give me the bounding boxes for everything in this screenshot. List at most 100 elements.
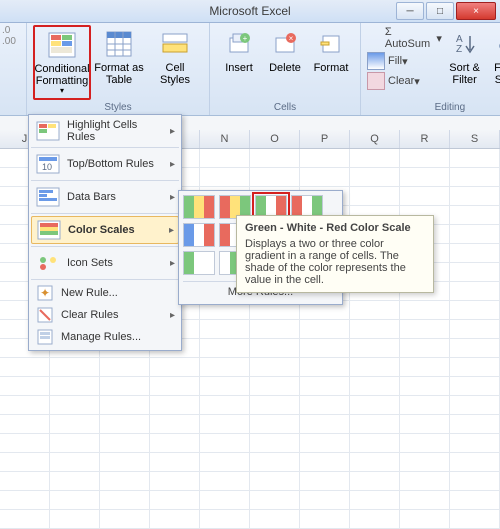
cell[interactable] (300, 358, 350, 376)
icon-sets-item[interactable]: Icon Sets ▸ (31, 249, 179, 277)
cell[interactable] (450, 396, 500, 414)
column-header[interactable]: P (300, 130, 350, 148)
cell[interactable] (250, 149, 300, 167)
cell[interactable] (350, 491, 400, 509)
cell[interactable] (200, 396, 250, 414)
cell[interactable] (350, 510, 400, 528)
cell[interactable] (400, 358, 450, 376)
cell[interactable] (200, 434, 250, 452)
cell[interactable] (250, 415, 300, 433)
cell[interactable] (450, 301, 500, 319)
cell[interactable] (50, 358, 100, 376)
maximize-button[interactable]: □ (426, 2, 454, 20)
cell[interactable] (0, 472, 50, 490)
insert-button[interactable]: + Insert (216, 25, 262, 77)
conditional-formatting-button[interactable]: Conditional Formatting ▾ (33, 25, 91, 100)
cell[interactable] (100, 377, 150, 395)
cell[interactable] (300, 510, 350, 528)
cell[interactable] (100, 415, 150, 433)
cell[interactable] (450, 244, 500, 262)
cell[interactable] (250, 396, 300, 414)
cell[interactable] (150, 472, 200, 490)
cell-styles-button[interactable]: Cell Styles (147, 25, 203, 100)
cell[interactable] (450, 339, 500, 357)
column-header[interactable]: R (400, 130, 450, 148)
cell[interactable] (300, 149, 350, 167)
cell[interactable] (200, 472, 250, 490)
cell[interactable] (450, 453, 500, 471)
color-scale-option[interactable] (183, 223, 215, 247)
cell[interactable] (450, 263, 500, 281)
cell[interactable] (350, 149, 400, 167)
cell[interactable] (250, 472, 300, 490)
cell[interactable] (450, 206, 500, 224)
cell[interactable] (450, 472, 500, 490)
cell[interactable] (300, 415, 350, 433)
cell[interactable] (150, 453, 200, 471)
top-bottom-rules-item[interactable]: 10 Top/Bottom Rules ▸ (31, 150, 179, 178)
cell[interactable] (0, 377, 50, 395)
cell[interactable] (150, 434, 200, 452)
cell[interactable] (350, 187, 400, 205)
cell[interactable] (200, 415, 250, 433)
cell[interactable] (400, 434, 450, 452)
cell[interactable] (100, 358, 150, 376)
cell[interactable] (400, 320, 450, 338)
cell[interactable] (0, 453, 50, 471)
cell[interactable] (250, 377, 300, 395)
cell[interactable] (0, 491, 50, 509)
cell[interactable] (300, 434, 350, 452)
cell[interactable] (300, 377, 350, 395)
cell[interactable] (200, 453, 250, 471)
autosum-button[interactable]: Σ AutoSum ▾ (367, 25, 442, 51)
cell[interactable] (350, 358, 400, 376)
sort-filter-button[interactable]: AZ Sort & Filter (442, 25, 487, 91)
cell[interactable] (300, 320, 350, 338)
cell[interactable] (200, 339, 250, 357)
cell[interactable] (350, 301, 400, 319)
cell[interactable] (450, 377, 500, 395)
cell[interactable] (300, 396, 350, 414)
cell[interactable] (350, 472, 400, 490)
cell[interactable] (450, 358, 500, 376)
cell[interactable] (150, 377, 200, 395)
cell[interactable] (450, 491, 500, 509)
find-select-button[interactable]: Find & Select (487, 25, 500, 91)
cell[interactable] (200, 168, 250, 186)
cell[interactable] (400, 187, 450, 205)
cell[interactable] (100, 453, 150, 471)
cell[interactable] (400, 510, 450, 528)
cell[interactable] (450, 415, 500, 433)
cell[interactable] (450, 282, 500, 300)
cell[interactable] (150, 415, 200, 433)
color-scales-item[interactable]: Color Scales ▸ (31, 216, 179, 244)
manage-rules-item[interactable]: Manage Rules... (31, 326, 179, 348)
cell[interactable] (450, 434, 500, 452)
cell[interactable] (250, 434, 300, 452)
cell[interactable] (50, 377, 100, 395)
cell[interactable] (350, 339, 400, 357)
cell[interactable] (0, 396, 50, 414)
column-header[interactable]: N (200, 130, 250, 148)
cell[interactable] (50, 434, 100, 452)
cell[interactable] (350, 377, 400, 395)
close-button[interactable]: × (456, 2, 496, 20)
cell[interactable] (50, 491, 100, 509)
cell[interactable] (400, 168, 450, 186)
cell[interactable] (200, 377, 250, 395)
cell[interactable] (300, 453, 350, 471)
clear-rules-item[interactable]: Clear Rules ▸ (31, 304, 179, 326)
cell[interactable] (400, 491, 450, 509)
column-header[interactable]: S (450, 130, 500, 148)
new-rule-item[interactable]: ✦ New Rule... (31, 282, 179, 304)
cell[interactable] (300, 339, 350, 357)
cell[interactable] (350, 168, 400, 186)
cell[interactable] (450, 187, 500, 205)
cell[interactable] (400, 453, 450, 471)
cell[interactable] (450, 225, 500, 243)
cell[interactable] (400, 396, 450, 414)
cell[interactable] (100, 491, 150, 509)
format-as-table-button[interactable]: Format as Table (91, 25, 147, 100)
cell[interactable] (100, 396, 150, 414)
cell[interactable] (350, 453, 400, 471)
